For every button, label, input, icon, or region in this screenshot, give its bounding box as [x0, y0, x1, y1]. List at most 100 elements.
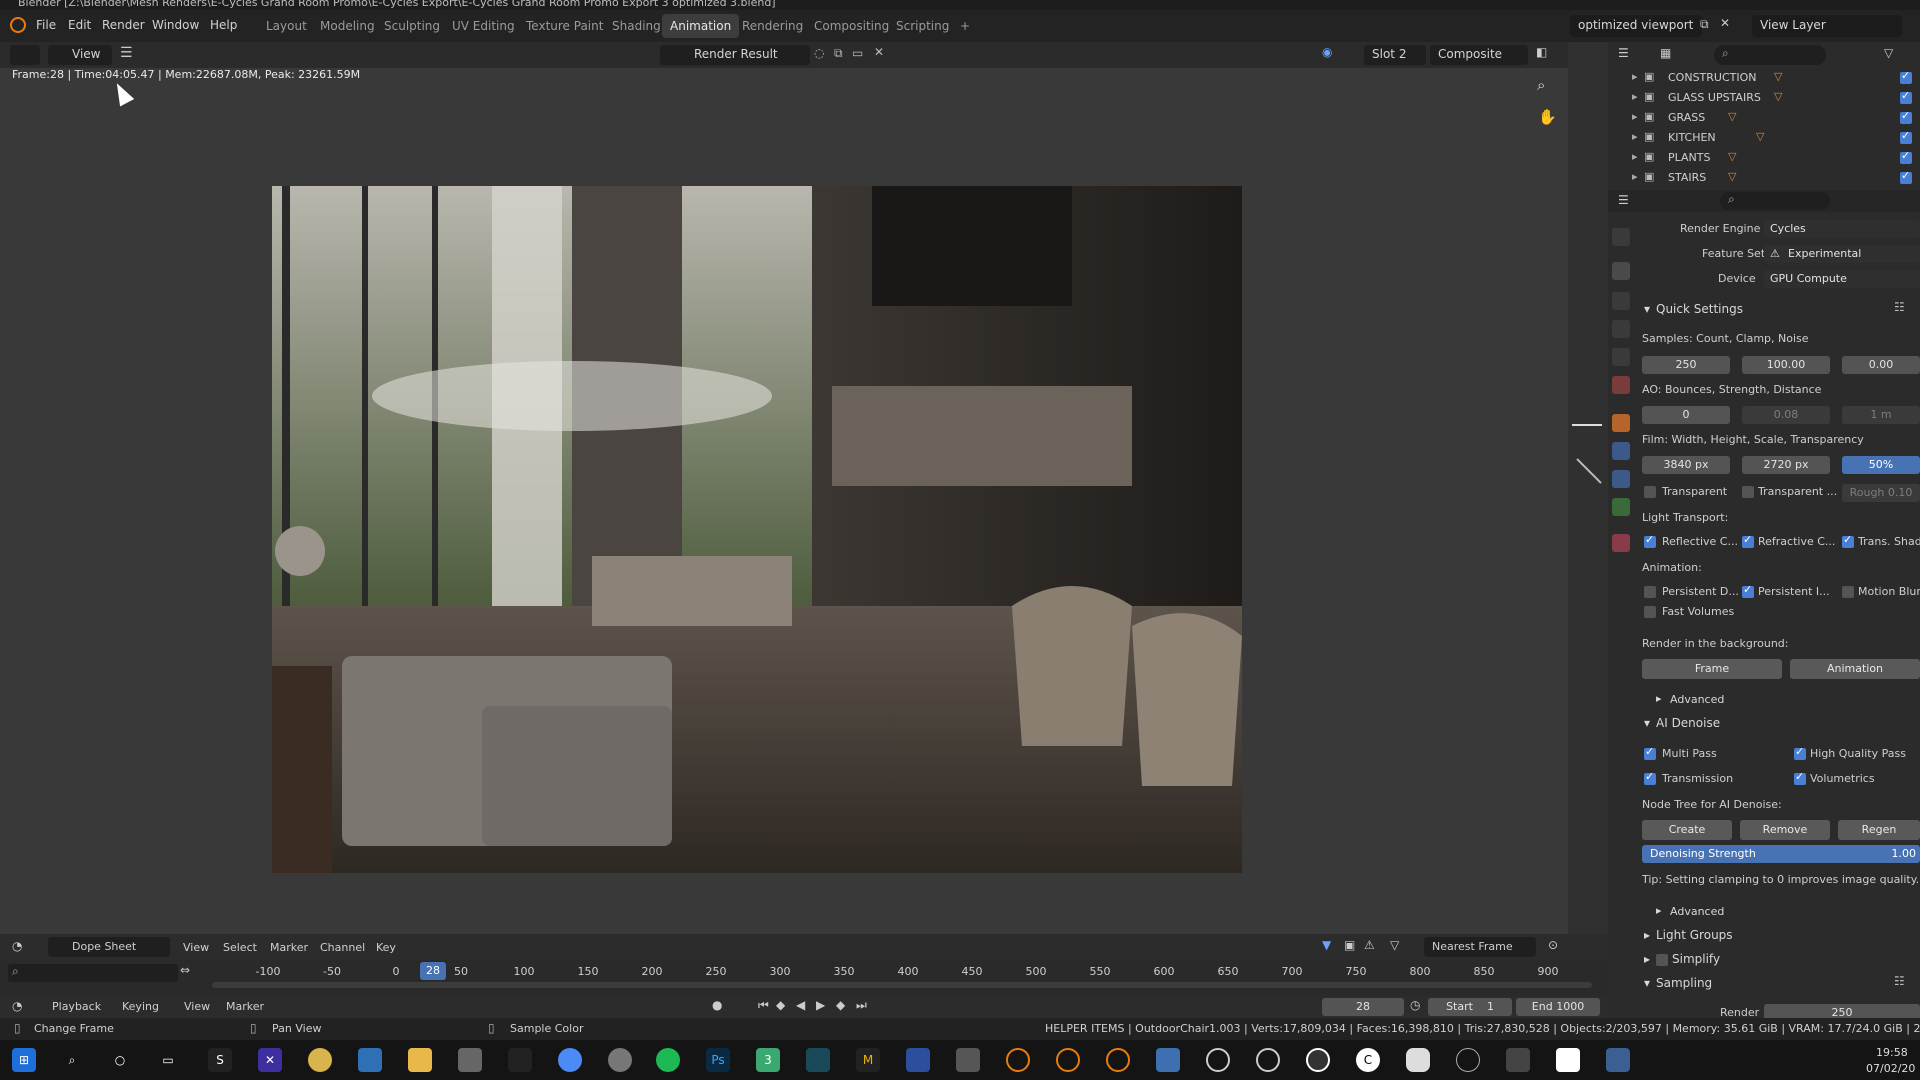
app-3-icon[interactable]: 3 [756, 1048, 780, 1072]
outliner-row[interactable]: ▸ ▣ CONSTRUCTION ▽ [1628, 68, 1920, 88]
marker-menu-2[interactable]: Marker [226, 1000, 264, 1013]
samples-clamp-field[interactable]: 100.00 [1742, 356, 1830, 374]
exclude-checkbox[interactable] [1900, 89, 1912, 104]
app-doc-icon[interactable] [906, 1048, 930, 1072]
menu-edit[interactable]: Edit [68, 18, 91, 32]
menu-window[interactable]: Window [152, 18, 199, 32]
record-icon[interactable]: ● [712, 998, 722, 1012]
transmission-checkbox[interactable] [1644, 770, 1656, 785]
app-circle-icon-active[interactable] [1306, 1048, 1330, 1072]
app-c-icon[interactable]: C [1356, 1048, 1380, 1072]
section-arrow-icon[interactable]: ▸ [1644, 952, 1650, 966]
filter-icon[interactable]: ▽ [1884, 46, 1893, 60]
zoom-icon[interactable]: ⌕ [1537, 76, 1545, 94]
feature-set-select[interactable]: ⚠ Experimental [1764, 245, 1920, 263]
search-icon[interactable]: ⌕ [60, 1048, 84, 1072]
transparent-checkbox[interactable] [1644, 486, 1656, 498]
fake-user-icon[interactable]: ◌ [814, 46, 824, 60]
denoising-strength-slider[interactable]: Denoising Strength 1.00 [1642, 845, 1920, 863]
reflective-caustics-checkbox[interactable] [1644, 533, 1656, 548]
section-arrow-icon[interactable]: ▾ [1644, 716, 1650, 730]
list-icon[interactable]: ☷ [1894, 974, 1905, 988]
chrome-icon[interactable] [558, 1048, 582, 1072]
app-graph-icon[interactable] [508, 1048, 532, 1072]
transparent-glass-checkbox[interactable] [1742, 486, 1754, 498]
trans-shadow-checkbox[interactable] [1842, 533, 1854, 548]
timeline-scrollbar[interactable] [212, 982, 1592, 988]
play-icon[interactable]: ▶ [816, 998, 825, 1012]
outliner-row[interactable]: ▸ ▣ GRASS ▽ [1628, 108, 1920, 128]
file-explorer-icon[interactable] [408, 1048, 432, 1072]
samples-count-field[interactable]: 250 [1642, 356, 1730, 374]
film-scale-field[interactable]: 50% [1842, 456, 1920, 474]
render-tab-icon[interactable] [1612, 262, 1630, 280]
exclude-checkbox[interactable] [1900, 109, 1912, 124]
persistent-data-checkbox[interactable] [1644, 586, 1656, 598]
output-tab-icon[interactable] [1612, 292, 1630, 310]
exclude-checkbox[interactable] [1900, 69, 1912, 84]
current-frame-field[interactable]: 28 [1322, 998, 1404, 1016]
snap-mode-selector[interactable]: Nearest Frame [1424, 937, 1536, 957]
samples-noise-field[interactable]: 0.00 [1842, 356, 1920, 374]
tab-layout[interactable]: Layout [258, 14, 315, 38]
slot-selector[interactable]: Slot 2 [1364, 45, 1426, 65]
render-animation-button[interactable]: Animation [1790, 659, 1920, 679]
menu-select[interactable]: Select [223, 941, 257, 954]
app-circle-icon-2[interactable] [1256, 1048, 1280, 1072]
regen-button[interactable]: Regen [1838, 820, 1920, 840]
outliner-row[interactable]: ▸ ▣ KITCHEN ▽ [1628, 128, 1920, 148]
unlink-image-icon[interactable]: ✕ [874, 45, 884, 59]
hamburger-menu-icon[interactable]: ☰ [120, 45, 133, 61]
expand-arrow-icon[interactable]: ▸ [1632, 170, 1638, 183]
dope-sheet-mode-selector[interactable]: Dope Sheet [48, 937, 170, 957]
section-arrow-icon[interactable]: ▸ [1644, 928, 1650, 942]
image-selector[interactable]: Render Result [660, 45, 810, 65]
modifier-tab-icon[interactable] [1612, 442, 1630, 460]
tool-tab-icon[interactable] [1612, 228, 1630, 246]
app-circle-icon[interactable] [1206, 1048, 1230, 1072]
advanced-subpanel[interactable]: Advanced [1670, 905, 1724, 918]
properties-editor-icon[interactable]: ☰ [1618, 193, 1629, 207]
app-m-icon[interactable]: M [856, 1048, 880, 1072]
clock-time[interactable]: 19:58 [1876, 1046, 1908, 1059]
playback-menu[interactable]: Playback [52, 1000, 101, 1013]
tab-compositing[interactable]: Compositing [806, 14, 897, 38]
app-x-icon[interactable]: ✕ [258, 1048, 282, 1072]
object-tab-icon[interactable] [1612, 414, 1630, 432]
tab-rendering[interactable]: Rendering [734, 14, 811, 38]
menu-help[interactable]: Help [210, 18, 237, 32]
editor-type-icon[interactable]: ◔ [12, 939, 22, 953]
app-globe-icon[interactable] [608, 1048, 632, 1072]
simplify-header[interactable]: Simplify [1672, 952, 1720, 966]
play-reverse-icon[interactable]: ◀ [796, 998, 805, 1012]
list-icon[interactable]: ☷ [1894, 300, 1905, 314]
editor-type-button[interactable] [10, 45, 40, 65]
blender-icon[interactable] [1006, 1048, 1030, 1072]
constraint-tab-icon[interactable] [1612, 498, 1630, 516]
tab-shading[interactable]: Shading [604, 14, 669, 38]
store-icon[interactable] [358, 1048, 382, 1072]
show-hidden-icon[interactable]: ▣ [1344, 938, 1355, 952]
close-scene-icon[interactable]: ✕ [1720, 16, 1730, 30]
proportional-icon[interactable]: ⊙ [1548, 938, 1558, 952]
open-image-icon[interactable]: ▭ [852, 46, 863, 60]
channel-search-input[interactable]: ⌕ [8, 964, 178, 982]
app-window-icon[interactable] [956, 1048, 980, 1072]
prev-keyframe-icon[interactable]: ◆ [776, 998, 785, 1012]
tab-scripting[interactable]: Scripting [888, 14, 957, 38]
view-menu-2[interactable]: View [184, 1000, 210, 1013]
render-engine-select[interactable]: Cycles [1764, 220, 1920, 238]
cortana-icon[interactable]: ○ [108, 1048, 132, 1072]
menu-render[interactable]: Render [102, 18, 145, 32]
exclude-checkbox[interactable] [1900, 129, 1912, 144]
render-frame-button[interactable]: Frame [1642, 659, 1782, 679]
device-select[interactable]: GPU Compute [1764, 270, 1920, 288]
film-height-field[interactable]: 2720 px [1742, 456, 1830, 474]
section-arrow-icon[interactable]: ▾ [1644, 976, 1650, 990]
clock-icon[interactable]: ◷ [1410, 998, 1420, 1012]
pan-hand-icon[interactable]: ✋ [1538, 108, 1557, 126]
menu-key[interactable]: Key [376, 941, 396, 954]
section-arrow-icon[interactable]: ▸ [1656, 904, 1662, 917]
refractive-caustics-checkbox[interactable] [1742, 533, 1754, 548]
windows-start-icon[interactable]: ⊞ [12, 1048, 36, 1072]
